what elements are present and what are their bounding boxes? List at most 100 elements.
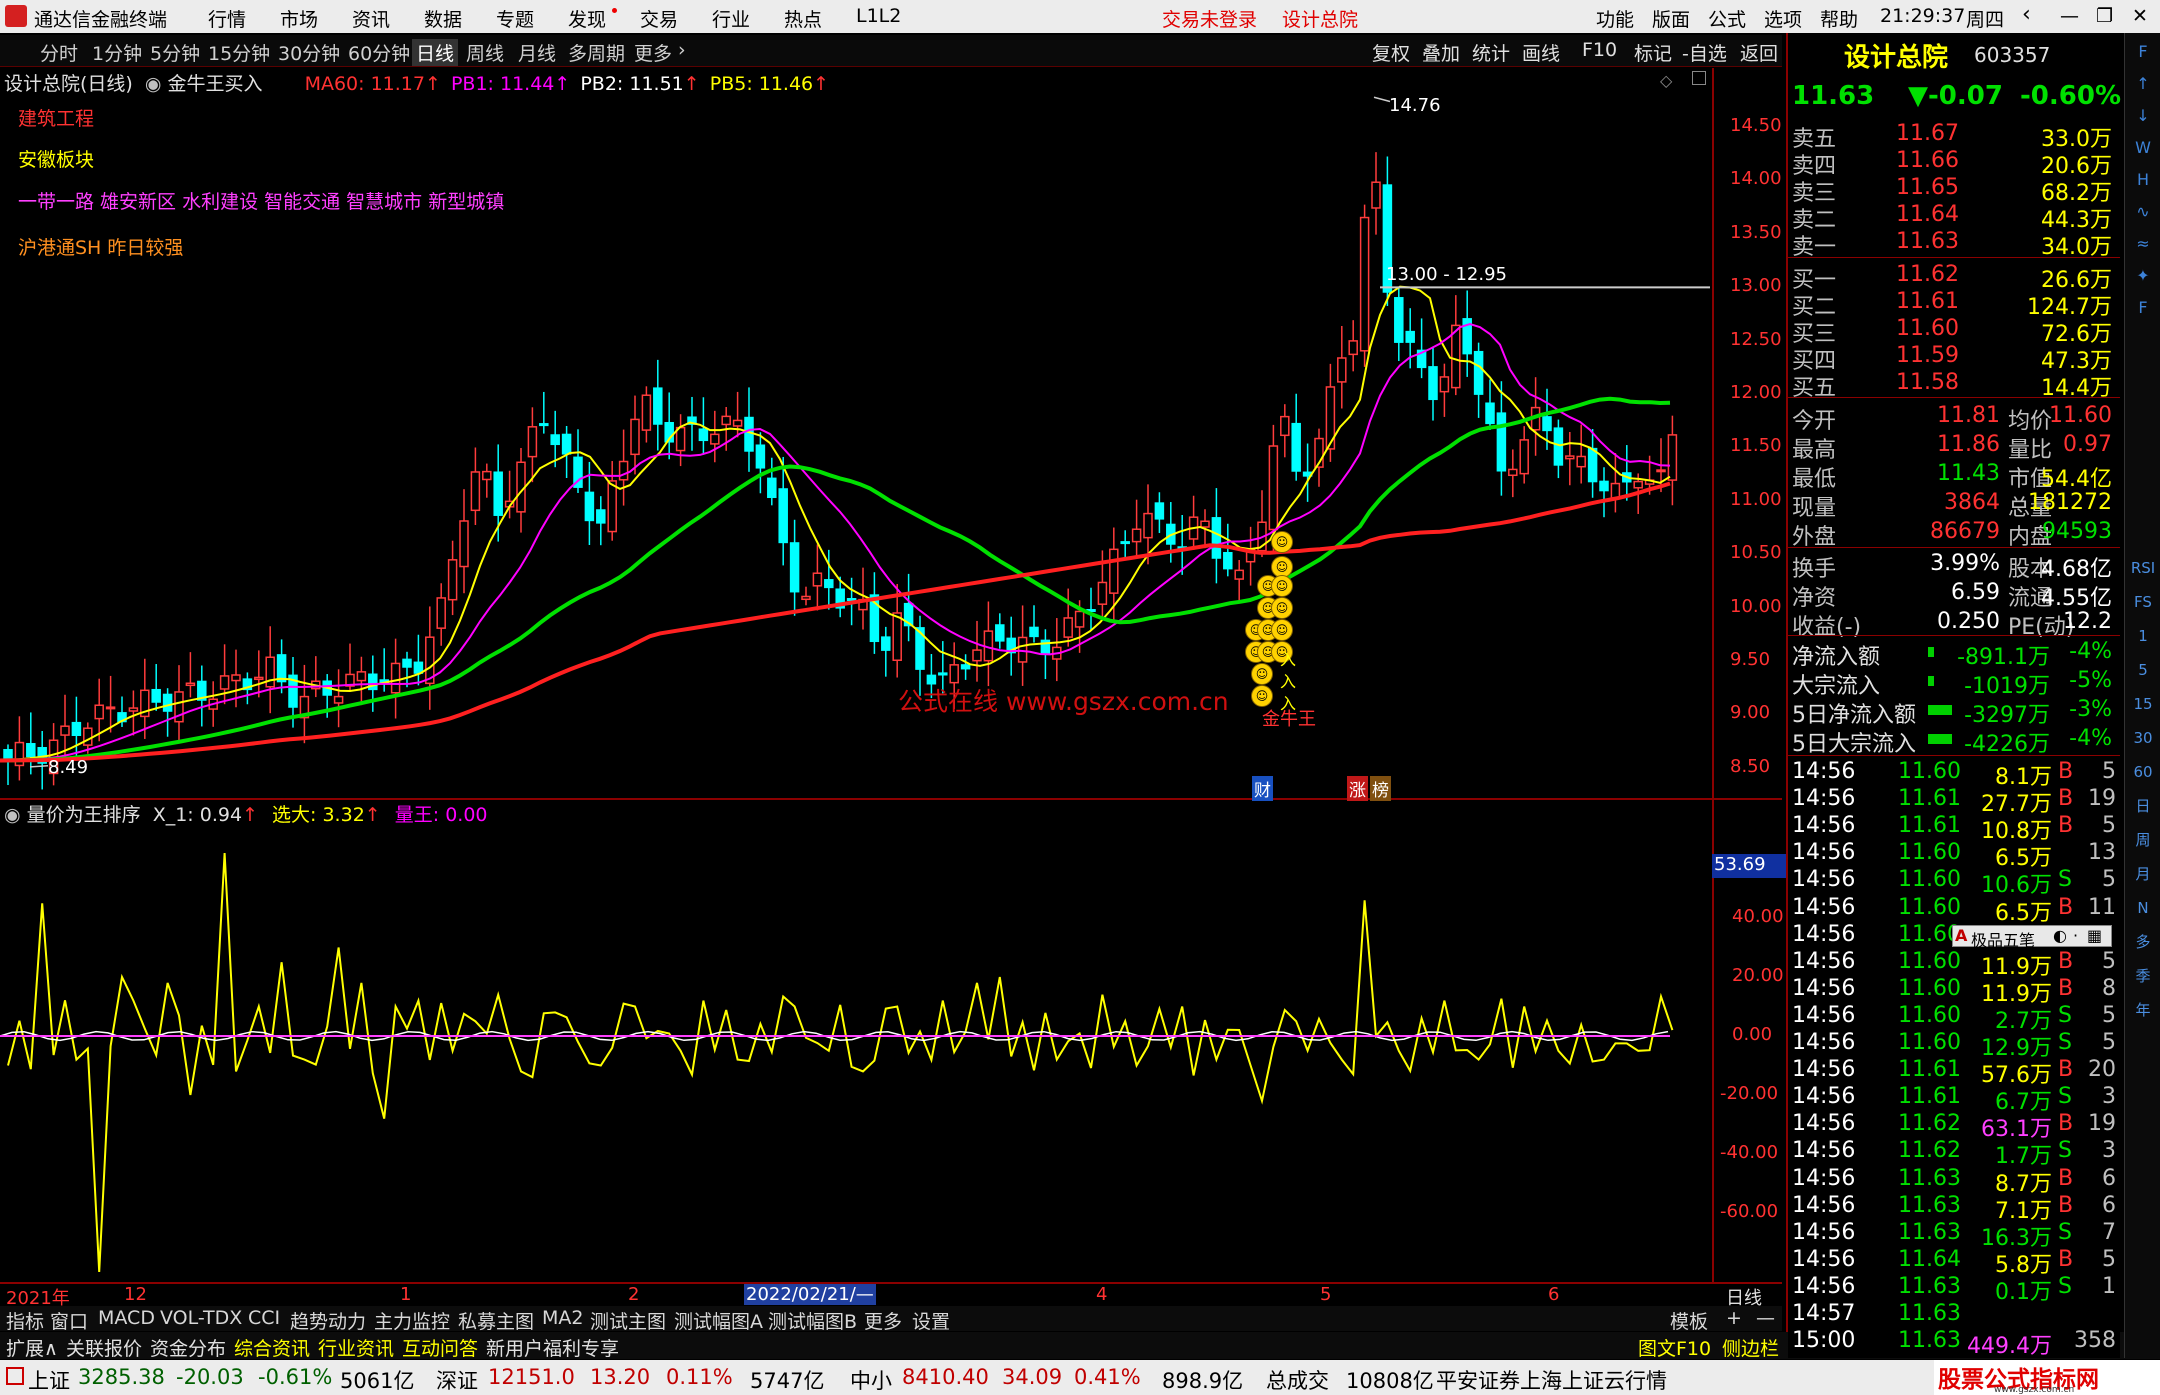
side-period-button[interactable]: 周: [2128, 825, 2158, 855]
menu-l1l2[interactable]: L1L2: [856, 5, 901, 27]
tick-row[interactable]: 14:56 11.63 0.1万 S 1: [1788, 1274, 2120, 1305]
tool-diejia[interactable]: 叠加: [1422, 39, 1460, 66]
order-book-buy[interactable]: 买二 11.61 124.7万: [1788, 289, 2120, 320]
quote-stat[interactable]: 现量 3864 总量 181272: [1788, 490, 2120, 521]
order-book-buy[interactable]: 买四 11.59 47.3万: [1788, 343, 2120, 374]
ime-popup[interactable]: A 极品五笔 ◐ · ▦: [1952, 925, 2112, 950]
minimize-icon[interactable]: —: [2060, 5, 2079, 27]
period-month[interactable]: 月线: [518, 39, 556, 66]
tab-zjfb[interactable]: 资金分布: [150, 1334, 226, 1361]
tool-f10[interactable]: F10: [1582, 39, 1617, 61]
tab-more[interactable]: 更多: [864, 1307, 902, 1334]
cai-badge[interactable]: 财: [1252, 776, 1273, 801]
close-icon[interactable]: ✕: [2132, 5, 2148, 27]
side-tool-icon[interactable]: W: [2128, 133, 2158, 163]
side-period-button[interactable]: 多: [2128, 927, 2158, 957]
side-period-button[interactable]: 5: [2128, 655, 2158, 685]
order-book-buy[interactable]: 买一 11.62 26.6万: [1788, 262, 2120, 293]
tick-row[interactable]: 14:56 11.60 2.7万 S 5: [1788, 1003, 2120, 1034]
order-book-sell[interactable]: 卖五 11.67 33.0万: [1788, 121, 2120, 152]
tick-row[interactable]: 14:56 11.63 16.3万 S 7: [1788, 1220, 2120, 1251]
side-period-button[interactable]: 1: [2128, 621, 2158, 651]
tick-row[interactable]: 14:56 11.63 7.1万 B 6: [1788, 1193, 2120, 1224]
side-tool-icon[interactable]: ↓: [2128, 101, 2158, 131]
order-book-sell[interactable]: 卖二 11.64 44.3万: [1788, 202, 2120, 233]
fund-flow[interactable]: 净流入额 -891.1万 -4%: [1788, 639, 2120, 670]
fund-flow[interactable]: 5日大宗流入 -4226万 -4%: [1788, 726, 2120, 757]
period-1min[interactable]: 1分钟: [92, 39, 142, 66]
order-book-buy[interactable]: 买三 11.60 72.6万: [1788, 316, 2120, 347]
menu-fx[interactable]: 发现: [568, 5, 606, 32]
tick-row[interactable]: 14:56 11.60 8.1万 B 5: [1788, 759, 2120, 790]
menu-rd[interactable]: 热点: [784, 5, 822, 32]
tick-row[interactable]: 14:56 11.60 6.5万 B 11: [1788, 895, 2120, 926]
period-fenshi[interactable]: 分时: [40, 39, 78, 66]
indicator-name[interactable]: 量价为王排序: [27, 804, 141, 826]
chevron-right-icon[interactable]: ›: [678, 39, 686, 61]
tab-csfta[interactable]: 测试幅图A: [674, 1307, 763, 1334]
tab-glbj[interactable]: 关联报价: [66, 1334, 142, 1361]
expand-tab[interactable]: 扩展∧: [6, 1334, 58, 1361]
fund-flow[interactable]: 5日净流入额 -3297万 -3%: [1788, 697, 2120, 728]
period-15min[interactable]: 15分钟: [208, 39, 270, 66]
period-5min[interactable]: 5分钟: [150, 39, 200, 66]
tick-row[interactable]: 14:56 11.61 6.7万 S 3: [1788, 1084, 2120, 1115]
bang-badge[interactable]: 榜: [1370, 776, 1391, 801]
quote-stat[interactable]: 换手 3.99% 股本 4.68亿: [1788, 551, 2120, 582]
quote-stat[interactable]: 外盘 86679 内盘 94593: [1788, 519, 2120, 550]
trade-login-link[interactable]: 交易未登录: [1162, 5, 1257, 32]
quote-stat[interactable]: 最低 11.43 市值 54.4亿: [1788, 461, 2120, 492]
tick-row[interactable]: 14:56 11.61 27.7万 B 19: [1788, 786, 2120, 817]
tick-row[interactable]: 14:56 11.60 10.6万 S 5: [1788, 867, 2120, 898]
order-book-sell[interactable]: 卖三 11.65 68.2万: [1788, 175, 2120, 206]
tab-cszt[interactable]: 测试主图: [590, 1307, 666, 1334]
side-tool-icon[interactable]: ∿: [2128, 197, 2158, 227]
fund-flow[interactable]: 大宗流入 -1019万 -5%: [1788, 668, 2120, 699]
menu-xx[interactable]: 选项: [1764, 5, 1802, 32]
remove-button[interactable]: —: [1756, 1307, 1775, 1329]
zx-name[interactable]: 中小: [850, 1365, 892, 1395]
side-period-button[interactable]: FS: [2128, 587, 2158, 617]
sidebar-toggle[interactable]: 侧边栏《: [1722, 1334, 1798, 1361]
tick-row[interactable]: 14:56 11.61 10.8万 B 5: [1788, 813, 2120, 844]
side-period-button[interactable]: 年: [2128, 995, 2158, 1025]
dropdown-circle-icon[interactable]: ◉: [4, 804, 21, 826]
side-period-button[interactable]: N: [2128, 893, 2158, 923]
period-multi[interactable]: 多周期: [568, 39, 625, 66]
tab-ma2[interactable]: MA2: [542, 1307, 583, 1329]
tool-fanhui[interactable]: 返回: [1740, 39, 1778, 66]
sh-name[interactable]: 上证: [28, 1365, 70, 1395]
template-button[interactable]: 模板: [1670, 1307, 1708, 1334]
sz-name[interactable]: 深证: [436, 1365, 478, 1395]
indicator-chart[interactable]: [0, 820, 1712, 1282]
tab-newuser[interactable]: 新用户福利专享: [486, 1334, 619, 1361]
menu-bm[interactable]: 版面: [1652, 5, 1690, 32]
tick-row[interactable]: 14:57 11.63: [1788, 1301, 2120, 1328]
menu-sj[interactable]: 数据: [424, 5, 462, 32]
tick-row[interactable]: 15:00 11.63 449.4万 358: [1788, 1328, 2120, 1359]
tool-biaoji[interactable]: 标记: [1634, 39, 1672, 66]
menu-zx[interactable]: 资讯: [352, 5, 390, 32]
order-book-sell[interactable]: 卖四 11.66 20.6万: [1788, 148, 2120, 179]
tick-row[interactable]: 14:56 11.62 63.1万 B 19: [1788, 1111, 2120, 1142]
add-button[interactable]: +: [1726, 1307, 1742, 1329]
side-tool-icon[interactable]: ↑: [2128, 69, 2158, 99]
tab-qsdl[interactable]: 趋势动力: [290, 1307, 366, 1334]
f10-link[interactable]: 图文F10: [1638, 1334, 1711, 1361]
period-60min[interactable]: 60分钟: [348, 39, 410, 66]
side-period-button[interactable]: 日: [2128, 791, 2158, 821]
menu-hq[interactable]: 行情: [208, 5, 246, 32]
tick-row[interactable]: 14:56 11.60 12.9万 S 5: [1788, 1030, 2120, 1061]
tab-zhzx[interactable]: 综合资讯: [234, 1334, 310, 1361]
maximize-icon[interactable]: ❐: [2096, 5, 2113, 27]
back-icon[interactable]: ‹: [2022, 2, 2031, 27]
stock-name-link[interactable]: 设计总院: [1282, 5, 1358, 32]
zhang-badge[interactable]: 涨: [1347, 776, 1368, 801]
window-box-icon[interactable]: [1692, 71, 1706, 85]
tick-row[interactable]: 14:56 11.62 1.7万 S 3: [1788, 1138, 2120, 1169]
quote-stat[interactable]: 收益(-) 0.250 PE(动) 12.2: [1788, 609, 2120, 640]
diamond-icon[interactable]: ◇: [1660, 71, 1672, 90]
tool-huaxian[interactable]: 画线: [1522, 39, 1560, 66]
tick-row[interactable]: 14:56 11.60 6.5万 13: [1788, 840, 2120, 871]
period-more[interactable]: 更多: [634, 39, 672, 66]
